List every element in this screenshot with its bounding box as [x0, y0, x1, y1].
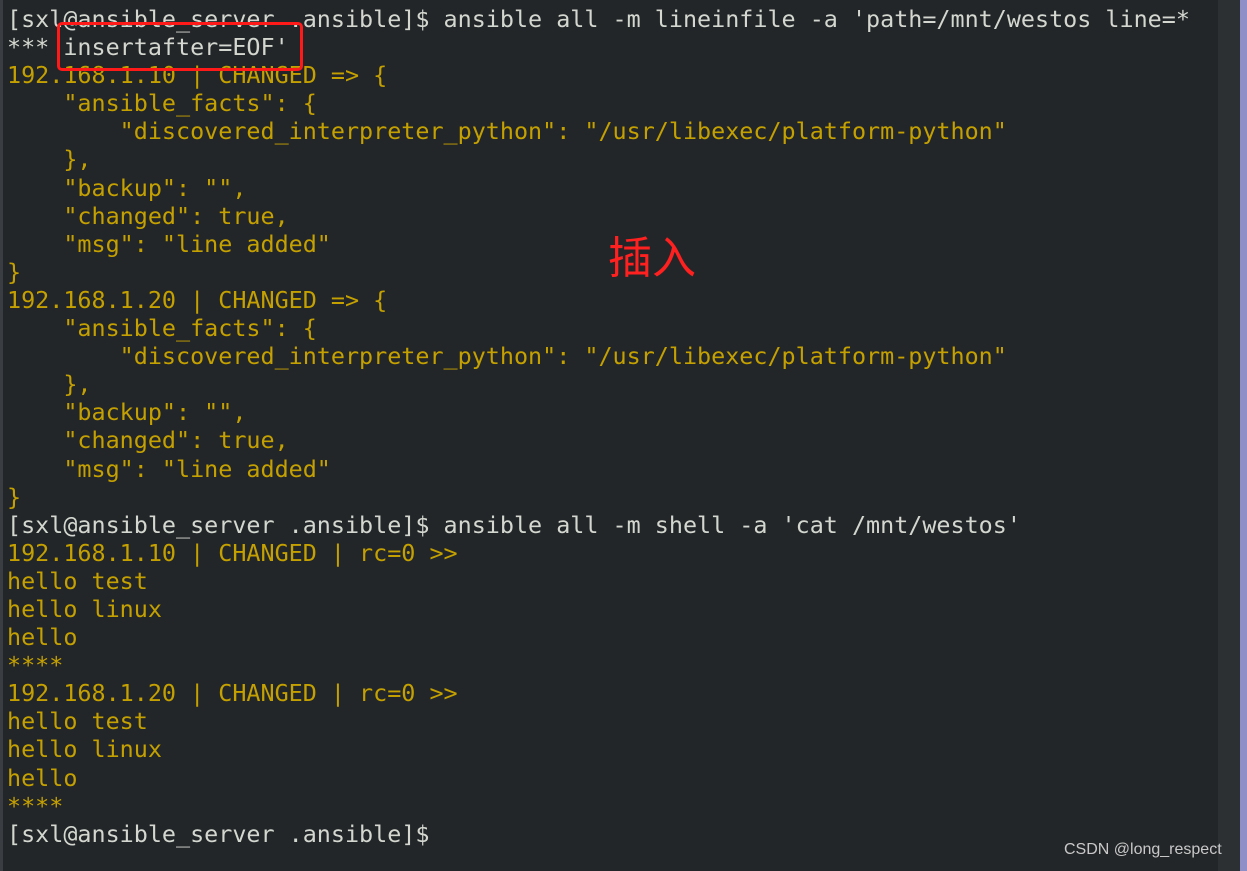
terminal-line: "ansible_facts": {	[7, 89, 317, 118]
highlight-box	[57, 22, 303, 71]
terminal-line: "discovered_interpreter_python": "/usr/l…	[7, 342, 1007, 371]
terminal-line: "discovered_interpreter_python": "/usr/l…	[7, 117, 1007, 146]
terminal-line: hello test	[7, 566, 148, 595]
terminal-line: },	[7, 145, 92, 174]
terminal-line: 192.168.1.10 | CHANGED | rc=0 >>	[7, 538, 458, 567]
terminal-line: hello linux	[7, 594, 162, 623]
terminal-line: "msg": "line added"	[7, 229, 331, 258]
terminal-line: "backup": "",	[7, 398, 247, 427]
terminal-line: hello	[7, 763, 78, 792]
terminal-window[interactable]: [sxl@ansible_server .ansible]$ ansible a…	[0, 0, 1218, 871]
terminal-line: ****	[7, 791, 64, 820]
scrollbar[interactable]	[1218, 0, 1240, 871]
terminal-output: [sxl@ansible_server .ansible]$ ansible a…	[7, 5, 1190, 848]
terminal-line: 192.168.1.20 | CHANGED | rc=0 >>	[7, 679, 458, 708]
terminal-line: "msg": "line added"	[7, 454, 331, 483]
terminal-line: "changed": true,	[7, 426, 289, 455]
window-edge	[1240, 0, 1247, 871]
terminal-line: hello test	[7, 707, 148, 736]
terminal-line: 192.168.1.20 | CHANGED => {	[7, 285, 388, 314]
terminal-line: [sxl@ansible_server .ansible]$ ansible a…	[7, 510, 1021, 539]
terminal-line: }	[7, 482, 22, 511]
terminal-line: hello	[7, 623, 78, 652]
terminal-line: },	[7, 370, 92, 399]
terminal-line: "ansible_facts": {	[7, 314, 317, 343]
terminal-line: [sxl@ansible_server .ansible]$	[7, 819, 444, 848]
terminal-line: hello linux	[7, 735, 162, 764]
annotation-label: 插入	[608, 233, 696, 284]
watermark: CSDN @long_respect	[1064, 841, 1222, 858]
terminal-line: }	[7, 257, 22, 286]
terminal-line: "backup": "",	[7, 173, 247, 202]
terminal-line: "changed": true,	[7, 201, 289, 230]
terminal-line: ****	[7, 651, 64, 680]
